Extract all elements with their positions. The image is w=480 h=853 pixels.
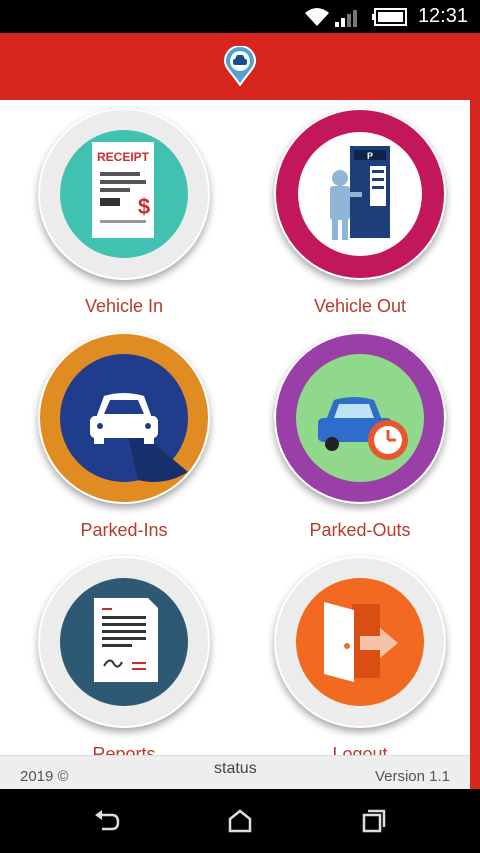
back-icon[interactable] (94, 809, 120, 833)
recents-icon[interactable] (362, 809, 386, 833)
menu-grid: RECEIPT $ Vehicle In P Vehicle Out Parke… (0, 100, 470, 755)
parked-outs-button[interactable]: Parked-Outs (260, 332, 460, 541)
svg-text:P: P (367, 151, 373, 161)
parking-kiosk-icon: P (276, 110, 444, 278)
car-location-pin-icon (223, 46, 257, 86)
vehicle-out-label: Vehicle Out (313, 296, 407, 316)
battery-icon (372, 8, 407, 26)
car-icon (40, 334, 208, 502)
app-bar (0, 33, 480, 100)
parked-ins-label: Parked-Ins (80, 520, 168, 540)
document-icon (40, 558, 208, 726)
version-text: Version 1.1 (374, 768, 450, 785)
parked-outs-label: Parked-Outs (309, 520, 411, 540)
parked-ins-button[interactable]: Parked-Ins (24, 332, 224, 541)
logout-button[interactable]: Logout (260, 556, 460, 755)
status-bar: 12:31 (0, 0, 480, 33)
wifi-icon (305, 8, 329, 26)
vehicle-in-button[interactable]: RECEIPT $ Vehicle In (24, 108, 224, 317)
footer: 2019 © status Version 1.1 (0, 755, 470, 790)
svg-text:RECEIPT: RECEIPT (97, 150, 150, 164)
clock: 12:31 (417, 5, 468, 27)
receipt-icon: RECEIPT $ (40, 110, 208, 278)
logout-door-icon (276, 558, 444, 726)
vehicle-in-label: Vehicle In (84, 296, 164, 316)
logout-label: Logout (332, 744, 388, 755)
svg-text:$: $ (138, 194, 150, 219)
copyright-text: 2019 © (20, 768, 69, 785)
reports-label: Reports (92, 744, 156, 755)
car-clock-icon (276, 334, 444, 502)
vehicle-out-button[interactable]: P Vehicle Out (260, 108, 460, 317)
home-icon[interactable] (228, 809, 252, 833)
status-text: status (214, 760, 257, 777)
signal-icon (335, 10, 357, 27)
navigation-bar (0, 789, 480, 853)
reports-button[interactable]: Reports (24, 556, 224, 755)
right-accent-bar (470, 100, 480, 789)
